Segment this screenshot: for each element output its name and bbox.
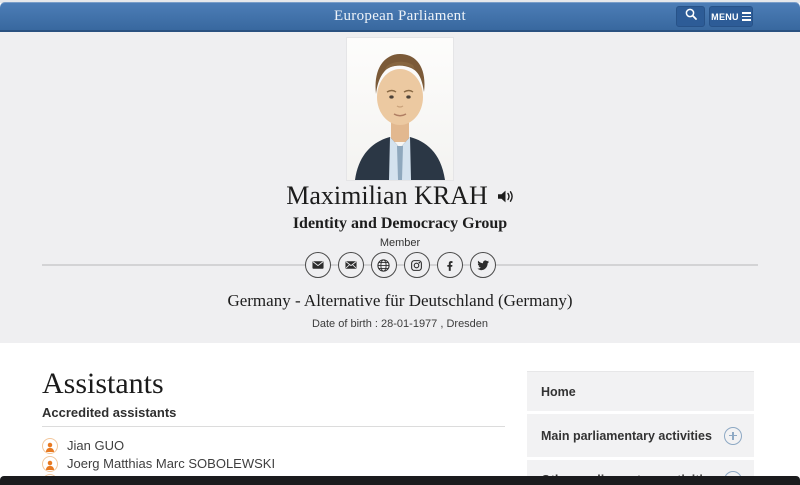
accredited-assistants-subheading: Accredited assistants: [42, 405, 176, 420]
assistant-list-item[interactable]: Joerg Matthias Marc SOBOLEWSKI: [42, 455, 275, 472]
sidebar-item-main-parliamentary-activities[interactable]: Main parliamentary activities: [527, 414, 754, 457]
bottom-overlay-bar: [0, 476, 800, 485]
email-icon[interactable]: [305, 252, 331, 278]
search-button[interactable]: [676, 6, 705, 27]
menu-button[interactable]: MENU: [709, 6, 753, 27]
person-icon: [42, 438, 58, 454]
mep-profile-page: European Parliament MENU: [0, 0, 800, 485]
search-icon: [684, 7, 698, 26]
top-navbar: European Parliament MENU: [0, 2, 800, 32]
speaker-icon[interactable]: [497, 181, 514, 211]
sidebar-item-label: Main parliamentary activities: [541, 429, 712, 443]
profile-hero: Maximilian KRAH Identity and Democracy G…: [0, 32, 800, 343]
menu-button-label: MENU: [711, 12, 739, 22]
portrait-illustration: [347, 38, 453, 180]
expand-plus-icon[interactable]: [724, 427, 742, 445]
member-role: Member: [0, 237, 800, 249]
facebook-icon[interactable]: [437, 252, 463, 278]
social-links-row: [0, 252, 800, 278]
assistant-name: Joerg Matthias Marc SOBOLEWSKI: [67, 456, 275, 471]
political-group: Identity and Democracy Group: [0, 215, 800, 233]
instagram-icon[interactable]: [404, 252, 430, 278]
globe-icon[interactable]: [371, 252, 397, 278]
member-portrait: [347, 38, 453, 180]
mail-icon[interactable]: [338, 252, 364, 278]
assistant-name: Jian GUO: [67, 438, 124, 453]
assistants-divider: [42, 426, 505, 427]
member-name: Maximilian KRAH: [286, 181, 488, 210]
country-party: Germany - Alternative für Deutschland (G…: [0, 291, 800, 311]
sidebar-item-label: Home: [541, 385, 576, 399]
person-icon: [42, 456, 58, 472]
date-of-birth: Date of birth : 28-01-1977 , Dresden: [0, 318, 800, 330]
profile-nav-sidebar: Home Main parliamentary activities Other…: [527, 371, 754, 485]
assistant-list-item[interactable]: Jian GUO: [42, 437, 124, 454]
twitter-icon[interactable]: [470, 252, 496, 278]
member-name-row: Maximilian KRAH: [0, 181, 800, 211]
main-content: Assistants Accredited assistants Jian GU…: [0, 343, 800, 485]
sidebar-item-home[interactable]: Home: [527, 371, 754, 411]
hamburger-icon: [742, 12, 751, 21]
assistants-heading: Assistants: [42, 367, 164, 401]
